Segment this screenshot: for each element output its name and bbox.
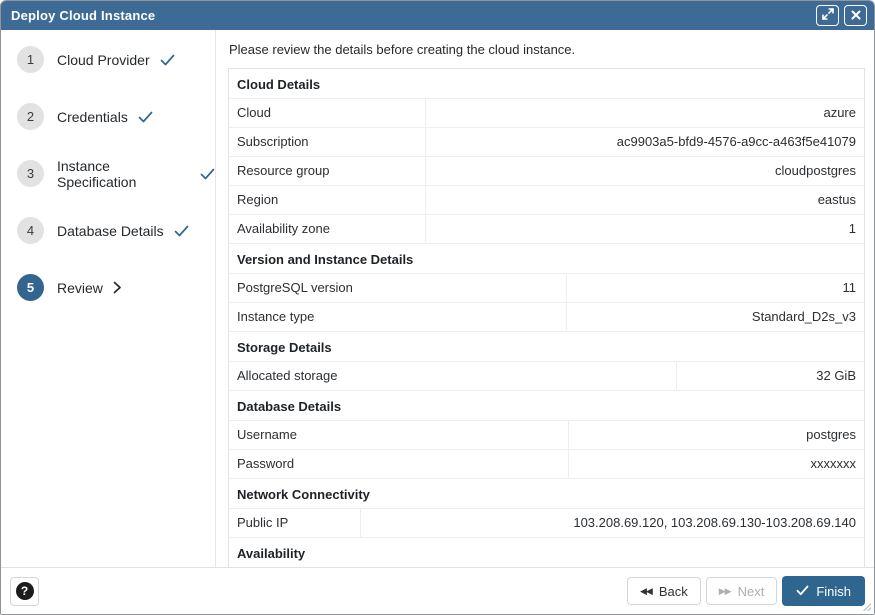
row-value: xxxxxxx [569,450,864,478]
row-value: 1 [426,215,864,243]
step-instance-specification[interactable]: 3 Instance Specification [17,160,215,187]
step-number-badge: 3 [17,160,44,187]
row-value: 11 [567,274,864,302]
row-label: Subscription [229,128,426,156]
row-value: eastus [426,186,864,214]
section-title: Availability [229,537,864,567]
step-number-badge: 1 [17,46,44,73]
finish-button[interactable]: Finish [782,576,865,606]
row-label: Region [229,186,426,214]
review-message: Please review the details before creatin… [229,42,865,57]
review-panel: Please review the details before creatin… [216,30,874,567]
check-mark-icon [138,111,153,123]
row-label: Instance type [229,303,567,331]
double-left-arrows-icon: ◀◀ [640,587,652,596]
row-label: Availability zone [229,215,426,243]
step-label: Review [57,280,103,296]
wizard-steps-sidebar: 1 Cloud Provider 2 Credentials 3 Instanc… [1,30,216,567]
row-value: 103.208.69.120, 103.208.69.130-103.208.6… [361,509,864,537]
row-label: Cloud [229,99,426,127]
chevron-right-icon [113,281,122,294]
step-label: Instance Specification [57,158,190,190]
check-mark-icon [174,225,189,237]
section-availability: Availability High availability True [229,537,864,567]
finish-button-label: Finish [816,584,851,599]
help-button[interactable]: ? [10,577,39,606]
review-table: Cloud Details Cloud azure Subscription a… [228,68,865,567]
table-row: Public IP 103.208.69.120, 103.208.69.130… [229,508,864,537]
row-label: Resource group [229,157,426,185]
table-row: Subscription ac9903a5-bfd9-4576-a9cc-a46… [229,127,864,156]
deploy-cloud-instance-dialog: Deploy Cloud Instance 1 Cloud Provider [0,0,875,615]
next-button-label: Next [738,584,765,599]
table-row: Password xxxxxxx [229,449,864,478]
dialog-title: Deploy Cloud Instance [11,8,811,23]
row-label: Public IP [229,509,361,537]
row-value: cloudpostgres [426,157,864,185]
section-network-connectivity: Network Connectivity Public IP 103.208.6… [229,478,864,537]
step-number-badge: 5 [17,274,44,301]
back-button-label: Back [659,584,688,599]
table-row: Username postgres [229,420,864,449]
double-right-arrows-icon: ▶▶ [719,587,731,596]
table-row: Cloud azure [229,98,864,127]
section-title: Cloud Details [229,69,864,98]
section-title: Database Details [229,390,864,420]
step-credentials[interactable]: 2 Credentials [17,103,215,130]
section-database-details: Database Details Username postgres Passw… [229,390,864,478]
question-mark-icon: ? [16,582,34,600]
dialog-body: 1 Cloud Provider 2 Credentials 3 Instanc… [1,30,874,567]
step-number-badge: 2 [17,103,44,130]
check-mark-icon [200,168,215,180]
row-label: Username [229,421,569,449]
close-button[interactable] [844,5,867,26]
step-label: Credentials [57,109,128,125]
step-cloud-provider[interactable]: 1 Cloud Provider [17,46,215,73]
check-mark-icon [796,584,809,599]
table-row: PostgreSQL version 11 [229,273,864,302]
row-label: Password [229,450,569,478]
table-row: Instance type Standard_D2s_v3 [229,302,864,331]
dialog-footer: ? ◀◀ Back ▶▶ Next Finish [1,567,874,614]
row-value: postgres [569,421,864,449]
table-row: Resource group cloudpostgres [229,156,864,185]
row-value: ac9903a5-bfd9-4576-a9cc-a463f5e41079 [426,128,864,156]
row-value: azure [426,99,864,127]
section-title: Version and Instance Details [229,243,864,273]
maximize-button[interactable] [816,5,839,26]
section-title: Storage Details [229,331,864,361]
table-row: Availability zone 1 [229,214,864,243]
table-row: Allocated storage 32 GiB [229,361,864,390]
section-cloud-details: Cloud Details Cloud azure Subscription a… [229,69,864,243]
row-label: Allocated storage [229,362,677,390]
step-number-badge: 4 [17,217,44,244]
resize-grip[interactable] [861,601,871,611]
row-value: 32 GiB [677,362,864,390]
step-label: Database Details [57,223,164,239]
row-label: PostgreSQL version [229,274,567,302]
step-database-details[interactable]: 4 Database Details [17,217,215,244]
row-value: Standard_D2s_v3 [567,303,864,331]
maximize-icon [822,8,834,23]
close-icon [851,8,861,23]
section-storage-details: Storage Details Allocated storage 32 GiB [229,331,864,390]
step-label: Cloud Provider [57,52,150,68]
next-button[interactable]: ▶▶ Next [706,577,778,605]
titlebar: Deploy Cloud Instance [1,1,874,30]
section-title: Network Connectivity [229,478,864,508]
step-review[interactable]: 5 Review [17,274,215,301]
back-button[interactable]: ◀◀ Back [627,577,701,605]
section-version-instance-details: Version and Instance Details PostgreSQL … [229,243,864,331]
table-row: Region eastus [229,185,864,214]
check-mark-icon [160,54,175,66]
